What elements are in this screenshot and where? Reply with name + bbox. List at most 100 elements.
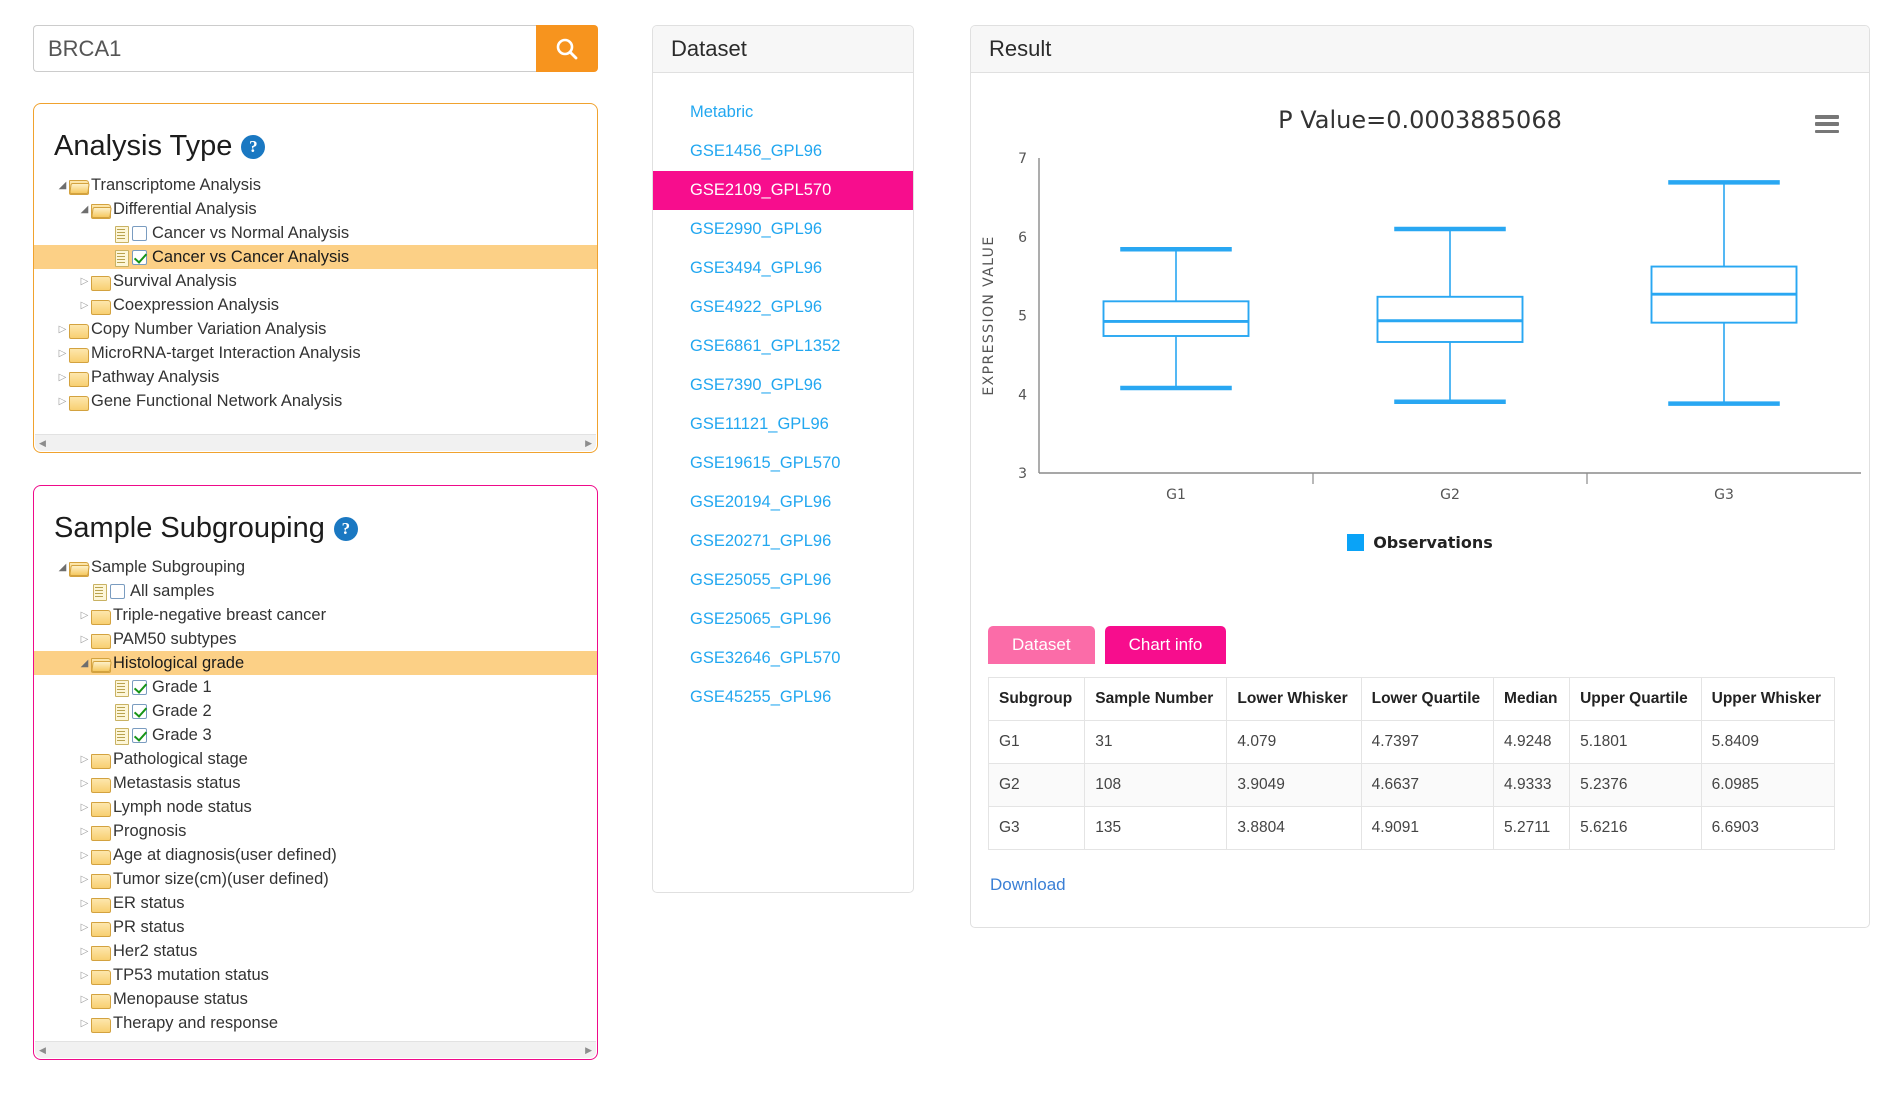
dataset-item-gse7390_gpl96[interactable]: GSE7390_GPL96 bbox=[653, 366, 913, 405]
dataset-item-gse6861_gpl1352[interactable]: GSE6861_GPL1352 bbox=[653, 327, 913, 366]
dataset-item-gse25055_gpl96[interactable]: GSE25055_GPL96 bbox=[653, 561, 913, 600]
tree-item-tp53-mutation-status[interactable]: TP53 mutation status bbox=[34, 963, 597, 987]
dataset-item-gse2109_gpl570[interactable]: GSE2109_GPL570 bbox=[653, 171, 913, 210]
subgroup-horizontal-scrollbar[interactable]: ◀ ▶ bbox=[35, 1041, 596, 1058]
table-body: G1314.0794.73974.92485.18015.8409G21083.… bbox=[989, 721, 1835, 850]
tree-item-grade-3[interactable]: Grade 3 bbox=[34, 723, 597, 747]
tree-item-cancer-vs-cancer-analysis[interactable]: Cancer vs Cancer Analysis bbox=[34, 245, 597, 269]
tree-item-pr-status[interactable]: PR status bbox=[34, 915, 597, 939]
hamburger-menu-icon[interactable] bbox=[1815, 115, 1839, 133]
help-icon[interactable]: ? bbox=[241, 135, 265, 159]
scroll-left-arrow-icon[interactable]: ◀ bbox=[39, 438, 46, 449]
tree-item-gene-functional-network-analysis[interactable]: Gene Functional Network Analysis bbox=[34, 389, 597, 413]
tree-item-differential-analysis[interactable]: Differential Analysis bbox=[34, 197, 597, 221]
chevron-right-icon[interactable] bbox=[56, 372, 69, 383]
checkbox-checked[interactable] bbox=[132, 728, 147, 743]
tree-item-grade-2[interactable]: Grade 2 bbox=[34, 699, 597, 723]
tree-item-pathological-stage[interactable]: Pathological stage bbox=[34, 747, 597, 771]
chevron-right-icon[interactable] bbox=[78, 850, 91, 861]
tree-item-er-status[interactable]: ER status bbox=[34, 891, 597, 915]
scroll-right-arrow-icon[interactable]: ▶ bbox=[585, 438, 592, 449]
tree-item-triple-negative-breast-cancer[interactable]: Triple-negative breast cancer bbox=[34, 603, 597, 627]
dataset-item-gse19615_gpl570[interactable]: GSE19615_GPL570 bbox=[653, 444, 913, 483]
scroll-left-arrow-icon[interactable]: ◀ bbox=[39, 1045, 46, 1056]
tree-item-lymph-node-status[interactable]: Lymph node status bbox=[34, 795, 597, 819]
tree-item-microrna-target-interaction-analysis[interactable]: MicroRNA-target Interaction Analysis bbox=[34, 341, 597, 365]
tree-item-transcriptome-analysis[interactable]: Transcriptome Analysis bbox=[34, 173, 597, 197]
box-rect[interactable] bbox=[1104, 301, 1249, 336]
scroll-right-arrow-icon[interactable]: ▶ bbox=[585, 1045, 592, 1056]
tree-item-metastasis-status[interactable]: Metastasis status bbox=[34, 771, 597, 795]
checkbox-checked[interactable] bbox=[132, 680, 147, 695]
tab-dataset[interactable]: Dataset bbox=[988, 626, 1095, 664]
dataset-item-gse25065_gpl96[interactable]: GSE25065_GPL96 bbox=[653, 600, 913, 639]
checkbox-checked[interactable] bbox=[132, 704, 147, 719]
search-input[interactable] bbox=[33, 25, 536, 72]
chevron-down-icon[interactable] bbox=[56, 180, 69, 191]
sample-subgrouping-tree: Sample SubgroupingAll samplesTriple-nega… bbox=[34, 555, 597, 1035]
tree-item-histological-grade[interactable]: Histological grade bbox=[34, 651, 597, 675]
chevron-right-icon[interactable] bbox=[78, 874, 91, 885]
tree-item-grade-1[interactable]: Grade 1 bbox=[34, 675, 597, 699]
tree-item-coexpression-analysis[interactable]: Coexpression Analysis bbox=[34, 293, 597, 317]
checkbox-checked[interactable] bbox=[132, 250, 147, 265]
chevron-down-icon[interactable] bbox=[56, 562, 69, 573]
chevron-right-icon[interactable] bbox=[56, 396, 69, 407]
chevron-right-icon[interactable] bbox=[78, 634, 91, 645]
folder-icon bbox=[91, 968, 110, 983]
tree-item-tumor-size-cm-user-defined[interactable]: Tumor size(cm)(user defined) bbox=[34, 867, 597, 891]
tree-item-age-at-diagnosis-user-defined[interactable]: Age at diagnosis(user defined) bbox=[34, 843, 597, 867]
tree-item-her2-status[interactable]: Her2 status bbox=[34, 939, 597, 963]
tree-item-cancer-vs-normal-analysis[interactable]: Cancer vs Normal Analysis bbox=[34, 221, 597, 245]
chevron-right-icon[interactable] bbox=[78, 754, 91, 765]
checkbox-unchecked[interactable] bbox=[110, 584, 125, 599]
dataset-item-metabric[interactable]: Metabric bbox=[653, 93, 913, 132]
tree-item-prognosis[interactable]: Prognosis bbox=[34, 819, 597, 843]
chevron-right-icon[interactable] bbox=[78, 300, 91, 311]
chevron-right-icon[interactable] bbox=[78, 1018, 91, 1029]
chevron-right-icon[interactable] bbox=[56, 324, 69, 335]
search-button[interactable] bbox=[536, 25, 598, 72]
tree-item-survival-analysis[interactable]: Survival Analysis bbox=[34, 269, 597, 293]
tree-item-pam50-subtypes[interactable]: PAM50 subtypes bbox=[34, 627, 597, 651]
chevron-right-icon[interactable] bbox=[78, 826, 91, 837]
tree-item-therapy-and-response[interactable]: Therapy and response bbox=[34, 1011, 597, 1035]
chevron-right-icon[interactable] bbox=[78, 994, 91, 1005]
dataset-item-gse4922_gpl96[interactable]: GSE4922_GPL96 bbox=[653, 288, 913, 327]
table-cell: 5.6216 bbox=[1570, 807, 1702, 850]
chevron-right-icon[interactable] bbox=[78, 970, 91, 981]
chevron-right-icon[interactable] bbox=[56, 348, 69, 359]
chevron-right-icon[interactable] bbox=[78, 946, 91, 957]
folder-open-icon bbox=[91, 656, 110, 671]
tree-item-copy-number-variation-analysis[interactable]: Copy Number Variation Analysis bbox=[34, 317, 597, 341]
analysis-horizontal-scrollbar[interactable]: ◀ ▶ bbox=[35, 434, 596, 451]
dataset-item-gse11121_gpl96[interactable]: GSE11121_GPL96 bbox=[653, 405, 913, 444]
document-icon bbox=[113, 249, 129, 266]
dataset-item-gse3494_gpl96[interactable]: GSE3494_GPL96 bbox=[653, 249, 913, 288]
tree-item-pathway-analysis[interactable]: Pathway Analysis bbox=[34, 365, 597, 389]
tree-item-all-samples[interactable]: All samples bbox=[34, 579, 597, 603]
dataset-item-gse32646_gpl570[interactable]: GSE32646_GPL570 bbox=[653, 639, 913, 678]
help-icon[interactable]: ? bbox=[334, 517, 358, 541]
dataset-item-gse45255_gpl96[interactable]: GSE45255_GPL96 bbox=[653, 678, 913, 717]
download-link[interactable]: Download bbox=[990, 875, 1066, 895]
chevron-right-icon[interactable] bbox=[78, 610, 91, 621]
result-panel-header: Result bbox=[971, 26, 1869, 73]
chevron-down-icon[interactable] bbox=[78, 204, 91, 215]
dataset-item-gse1456_gpl96[interactable]: GSE1456_GPL96 bbox=[653, 132, 913, 171]
chevron-right-icon[interactable] bbox=[78, 922, 91, 933]
chevron-right-icon[interactable] bbox=[78, 276, 91, 287]
chevron-right-icon[interactable] bbox=[78, 778, 91, 789]
chevron-right-icon[interactable] bbox=[78, 802, 91, 813]
dataset-item-gse20194_gpl96[interactable]: GSE20194_GPL96 bbox=[653, 483, 913, 522]
dataset-item-gse20271_gpl96[interactable]: GSE20271_GPL96 bbox=[653, 522, 913, 561]
tree-item-label: Prognosis bbox=[113, 822, 186, 841]
dataset-item-gse2990_gpl96[interactable]: GSE2990_GPL96 bbox=[653, 210, 913, 249]
folder-open-icon bbox=[69, 178, 88, 193]
chevron-down-icon[interactable] bbox=[78, 658, 91, 669]
checkbox-unchecked[interactable] bbox=[132, 226, 147, 241]
tab-chart-info[interactable]: Chart info bbox=[1105, 626, 1227, 664]
chevron-right-icon[interactable] bbox=[78, 898, 91, 909]
tree-item-menopause-status[interactable]: Menopause status bbox=[34, 987, 597, 1011]
tree-item-sample-subgrouping[interactable]: Sample Subgrouping bbox=[34, 555, 597, 579]
